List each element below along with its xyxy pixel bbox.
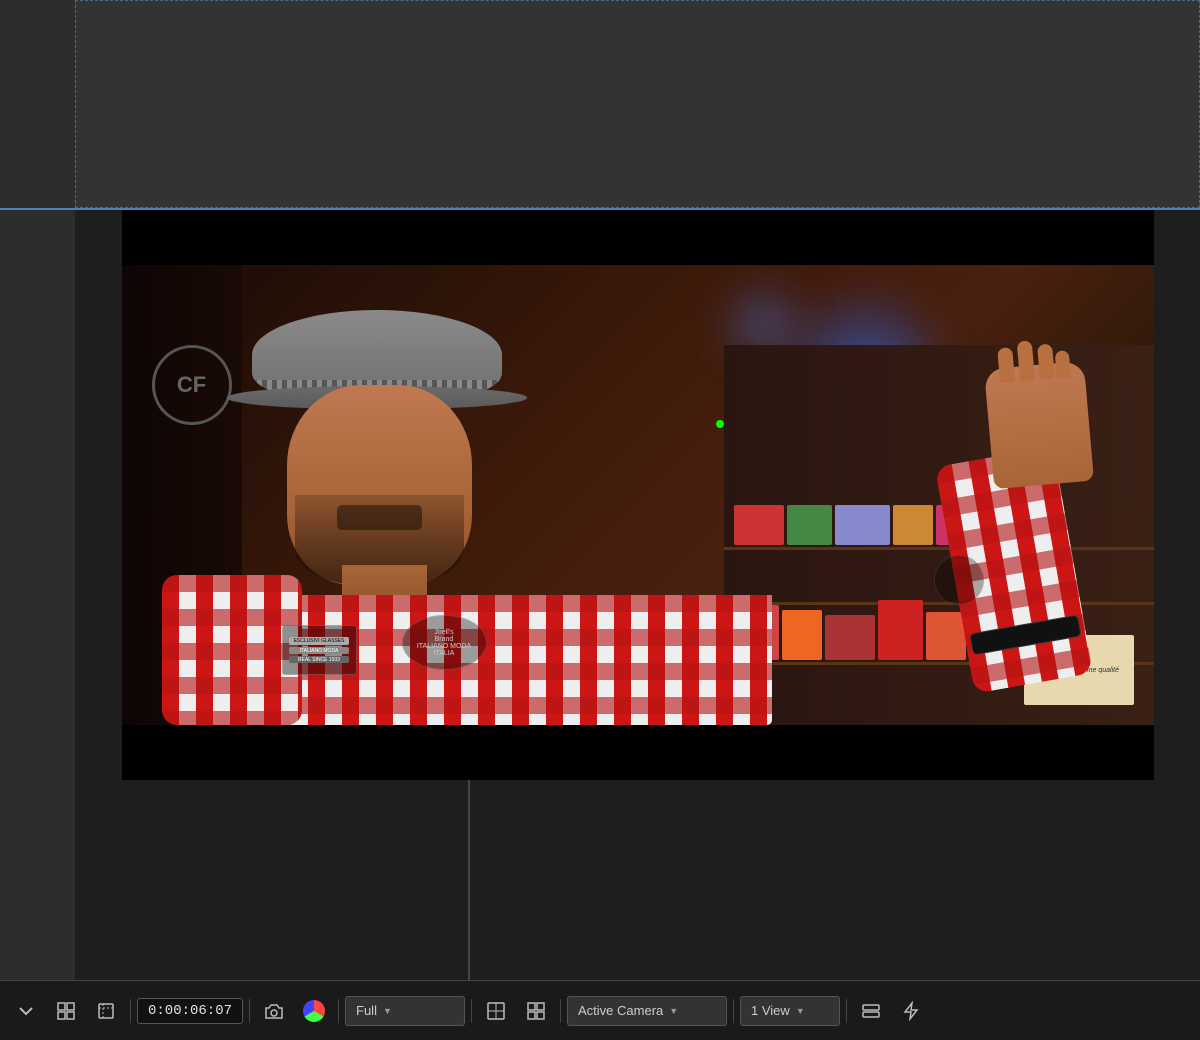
patch-text-3: REAL SINCE 1933 [289,656,349,663]
separator-6 [733,999,734,1023]
paper-purple [835,505,890,545]
resolution-arrow: ▼ [383,1006,392,1016]
fit-frame-button[interactable] [48,993,84,1029]
camera-icon [264,1002,284,1020]
grid-button[interactable] [518,993,554,1029]
scene-background: CF [122,265,1154,725]
arm-badge [934,555,984,605]
main-area: CF [0,210,1200,980]
crop-button[interactable] [88,993,124,1029]
patch-text-2: ITALIANO MODA [289,647,349,654]
quality-icon [486,1001,506,1021]
separator-4 [471,999,472,1023]
chevron-down-icon [17,1002,35,1020]
crop-icon [96,1001,116,1021]
resolution-dropdown[interactable]: Full ▼ [345,996,465,1026]
bokeh-green-dot [716,420,724,428]
resolution-label: Full [356,1003,377,1018]
patch-text-1: ESCLUSIVI GLASSES [289,637,349,645]
color-wheel-icon [303,1000,325,1022]
letterbox-bottom [122,725,1154,780]
separator-7 [846,999,847,1023]
shirt-patch-left: ESCLUSIVI GLASSES ITALIANO MODA REAL SIN… [282,625,357,675]
shelf-line-1 [724,547,1154,550]
separator-3 [338,999,339,1023]
paper-red [734,505,784,545]
paper-green [787,505,832,545]
paper-orange [893,505,933,545]
left-arm [162,575,302,725]
finger-1 [997,347,1015,383]
active-camera-label: Active Camera [578,1003,663,1018]
active-camera-arrow: ▼ [669,1006,678,1016]
viewer-container: CF [75,210,1200,980]
top-panel-inner[interactable] [75,0,1200,208]
video-frame: CF [122,210,1154,780]
toolbar: 0:00:06:07 Full ▼ [0,980,1200,1040]
finger-4 [1054,350,1070,379]
item-2 [782,610,822,660]
one-view-arrow: ▼ [796,1006,805,1016]
item-4 [878,600,923,660]
color-button[interactable] [296,993,332,1029]
panel-dropdown-button[interactable] [8,993,44,1029]
layout-icon [861,1001,881,1021]
hand-raised [983,361,1093,489]
left-sidebar [0,210,75,980]
separator-1 [130,999,131,1023]
grid-icon [526,1001,546,1021]
finger-3 [1037,344,1055,380]
fit-icon [56,1001,76,1021]
quality-button[interactable] [478,993,514,1029]
video-image: CF [122,265,1154,725]
snapshot-button[interactable] [256,993,292,1029]
finger-2 [1016,340,1034,381]
bottom-divider [468,780,470,980]
mustache [337,505,422,530]
lightning-icon [902,1001,920,1021]
item-3 [825,615,875,660]
one-view-label: 1 View [751,1003,790,1018]
one-view-dropdown[interactable]: 1 View ▼ [740,996,840,1026]
sync-button[interactable] [893,993,929,1029]
left-sidebar-top [0,0,75,208]
watch [969,615,1081,656]
face [287,385,472,585]
layout-button[interactable] [853,993,889,1029]
item-5 [926,612,966,660]
separator-2 [249,999,250,1023]
active-camera-dropdown[interactable]: Active Camera ▼ [567,996,727,1026]
letterbox-top [122,210,1154,265]
right-shelves: Savon de la bonne qualité [724,345,1154,725]
separator-5 [560,999,561,1023]
top-panel [0,0,1200,210]
chest-patch: Joell'sBrandITALIANO MODAITALIA [402,615,487,670]
timecode-display[interactable]: 0:00:06:07 [137,998,243,1024]
logo-circle: CF [152,345,232,425]
